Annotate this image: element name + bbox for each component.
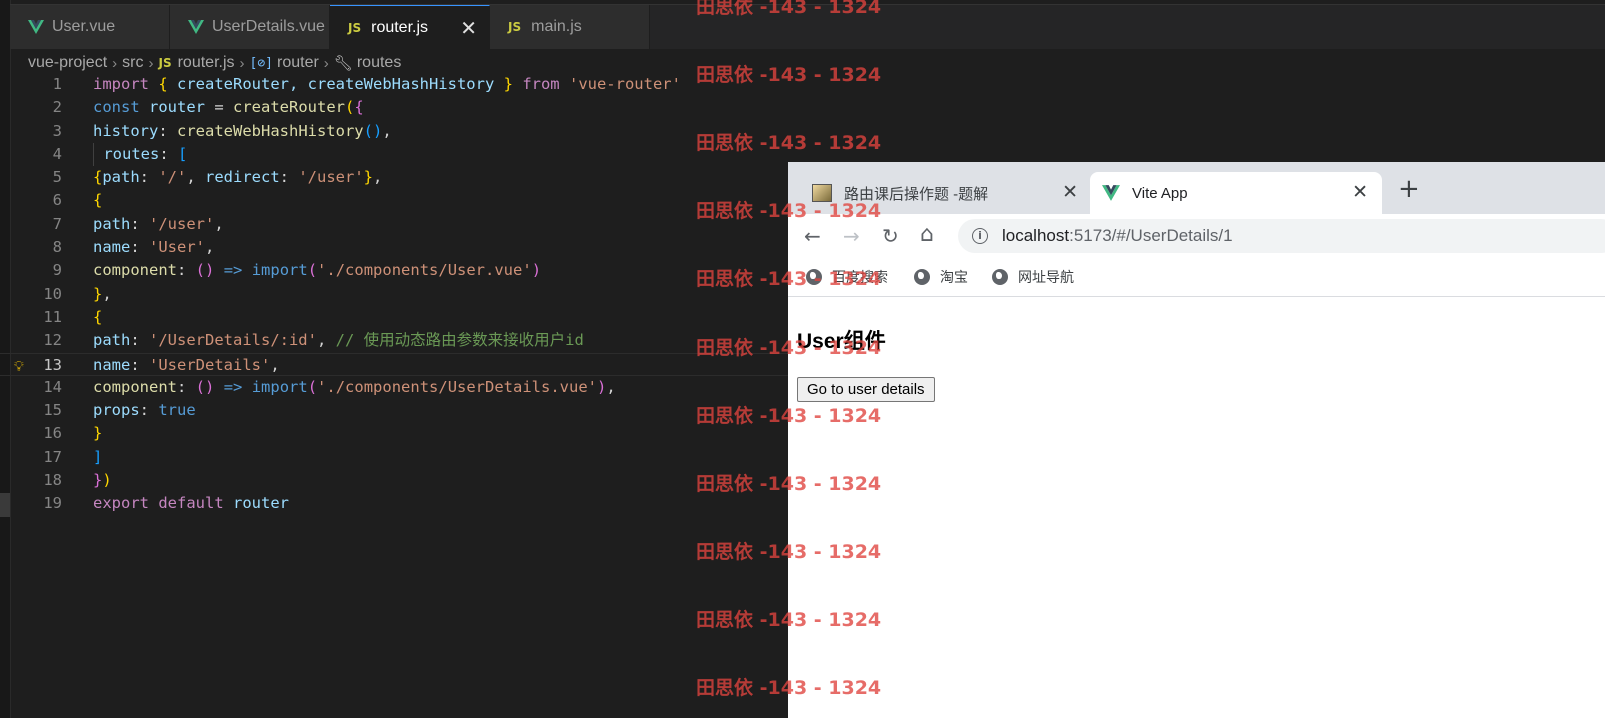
chevron-right-icon: › (148, 54, 154, 72)
url-host: localhost (1002, 226, 1070, 245)
reload-icon[interactable]: ↻ (882, 224, 899, 248)
code-line[interactable]: 9 component: () => import('./components/U… (0, 259, 788, 282)
code-line[interactable]: 16} (0, 422, 788, 445)
tab-main-js[interactable]: JS main.js (490, 5, 650, 49)
bookmark-label: 百度搜索 (832, 269, 888, 285)
tab-label: router.js (371, 18, 429, 36)
line-number: 15 (43, 401, 62, 420)
line-number: 11 (43, 307, 62, 326)
browser-tab-solution[interactable]: 路由课后操作题 -题解 ✕ (802, 172, 1092, 214)
new-tab-button[interactable]: + (1398, 174, 1420, 204)
line-number: 13 (43, 355, 62, 374)
page-content: User组件 Go to user details (788, 297, 1605, 718)
line-number: 8 (52, 238, 62, 257)
code-line[interactable]: 14 component: () => import('./components/… (0, 376, 788, 399)
browser-tab-vite-app[interactable]: Vite App ✕ (1090, 172, 1382, 214)
chevron-right-icon: › (323, 54, 329, 72)
code-line-current[interactable]: 💡︎ 13 name: 'UserDetails', (0, 352, 788, 376)
code-line[interactable]: 10}, (0, 283, 788, 306)
info-icon[interactable]: i (972, 228, 988, 244)
line-number: 1 (52, 75, 62, 93)
globe-icon (992, 269, 1008, 285)
code-line[interactable]: 4 routes: [ (0, 142, 788, 167)
browser-tab-bar: 路由课后操作题 -题解 ✕ Vite App ✕ + (788, 162, 1605, 214)
address-bar[interactable]: i localhost:5173/#/UserDetails/1 (958, 219, 1605, 253)
line-number: 4 (52, 144, 62, 163)
line-number: 5 (52, 168, 62, 187)
close-icon[interactable]: ✕ (460, 16, 477, 41)
chevron-right-icon: › (239, 54, 245, 72)
code-line[interactable]: 1 import { createRouter, createWebHashHis… (0, 73, 788, 96)
browser-toolbar: ← → ↻ ⌂ i localhost:5173/#/UserDetails/1 (788, 214, 1605, 258)
js-icon: JS (508, 20, 522, 34)
line-number: 18 (43, 471, 62, 490)
line-number: 9 (52, 261, 62, 280)
globe-icon (806, 269, 822, 285)
line-number: 19 (43, 494, 62, 513)
bookmark-label: 网址导航 (1018, 269, 1074, 285)
bookmark-label: 淘宝 (940, 269, 968, 285)
tab-userdetails-vue[interactable]: UserDetails.vue (170, 5, 330, 49)
breadcrumb-item[interactable]: router (277, 54, 319, 72)
code-line[interactable]: 11{ (0, 306, 788, 329)
code-line[interactable]: 2 const router = createRouter({ (0, 96, 788, 119)
line-number: 12 (43, 331, 62, 350)
line-number: 16 (43, 424, 62, 443)
home-icon[interactable]: ⌂ (920, 222, 934, 247)
breadcrumb-item[interactable]: router.js (178, 54, 235, 72)
page-heading: User组件 (797, 330, 886, 353)
editor-tab-bar: User.vue UserDetails.vue JS router.js ✕ … (10, 4, 1605, 49)
code-line[interactable]: 18}) (0, 469, 788, 492)
js-icon: JS (158, 56, 172, 70)
line-number: 17 (43, 447, 62, 466)
vue-icon (188, 20, 204, 34)
code-line[interactable]: 5 {path: '/', redirect: '/user'}, (0, 166, 788, 189)
browser-window: 路由课后操作题 -题解 ✕ Vite App ✕ + ← → ↻ ⌂ i loc… (788, 162, 1605, 718)
tab-label: UserDetails.vue (212, 18, 325, 35)
bookmark-item[interactable]: 网址导航 (992, 267, 1074, 287)
url-path: :5173/#/UserDetails/1 (1069, 226, 1233, 245)
breadcrumb-item[interactable]: vue-project (28, 54, 107, 72)
wrench-icon: 🔧︎ (333, 55, 353, 72)
vue-icon (1102, 185, 1120, 201)
line-number: 10 (43, 284, 62, 303)
js-icon: JS (348, 20, 362, 35)
vue-icon (28, 20, 44, 34)
breadcrumb-item[interactable]: routes (357, 54, 401, 72)
breadcrumb: vue-project › src › JS router.js › [⊘] r… (28, 52, 401, 74)
tab-user-vue[interactable]: User.vue (10, 5, 170, 49)
code-line[interactable]: 12 path: '/UserDetails/:id', // 使用动态路由参数来… (0, 329, 788, 352)
code-line[interactable]: 7 path: '/user', (0, 213, 788, 236)
tab-label: main.js (531, 18, 582, 35)
globe-icon (914, 269, 930, 285)
bookmarks-bar: 百度搜索 淘宝 网址导航 (788, 258, 1605, 297)
variable-symbol-icon: [⊘] (249, 55, 273, 71)
back-arrow-icon[interactable]: ← (804, 224, 821, 248)
code-line[interactable]: 8 name: 'User', (0, 236, 788, 259)
line-number: 7 (52, 214, 62, 233)
tab-label: User.vue (52, 18, 116, 35)
line-number: 3 (52, 121, 62, 140)
page-favicon-icon (812, 184, 832, 202)
close-icon[interactable]: ✕ (1352, 181, 1368, 204)
breadcrumb-item[interactable]: src (122, 54, 143, 72)
code-area[interactable]: 1 import { createRouter, createWebHashHis… (0, 73, 788, 516)
line-number: 2 (52, 98, 62, 117)
line-number: 6 (52, 191, 62, 210)
tab-router-js[interactable]: JS router.js ✕ (330, 5, 490, 49)
code-line[interactable]: 3 history: createWebHashHistory(), (0, 120, 788, 143)
line-number: 14 (43, 377, 62, 396)
chevron-right-icon: › (112, 54, 118, 72)
code-line[interactable]: 19 export default router (0, 492, 788, 515)
bookmark-item[interactable]: 百度搜索 (806, 267, 888, 287)
bookmark-item[interactable]: 淘宝 (914, 267, 968, 287)
code-line[interactable]: 15 props: true (0, 399, 788, 422)
browser-tab-title: Vite App (1132, 184, 1188, 202)
go-to-user-details-button[interactable]: Go to user details (797, 377, 935, 402)
forward-arrow-icon[interactable]: → (843, 224, 860, 248)
close-icon[interactable]: ✕ (1062, 181, 1078, 204)
code-line[interactable]: 6{ (0, 189, 788, 212)
browser-tab-title: 路由课后操作题 -题解 (844, 185, 989, 203)
code-line[interactable]: 17] (0, 446, 788, 469)
